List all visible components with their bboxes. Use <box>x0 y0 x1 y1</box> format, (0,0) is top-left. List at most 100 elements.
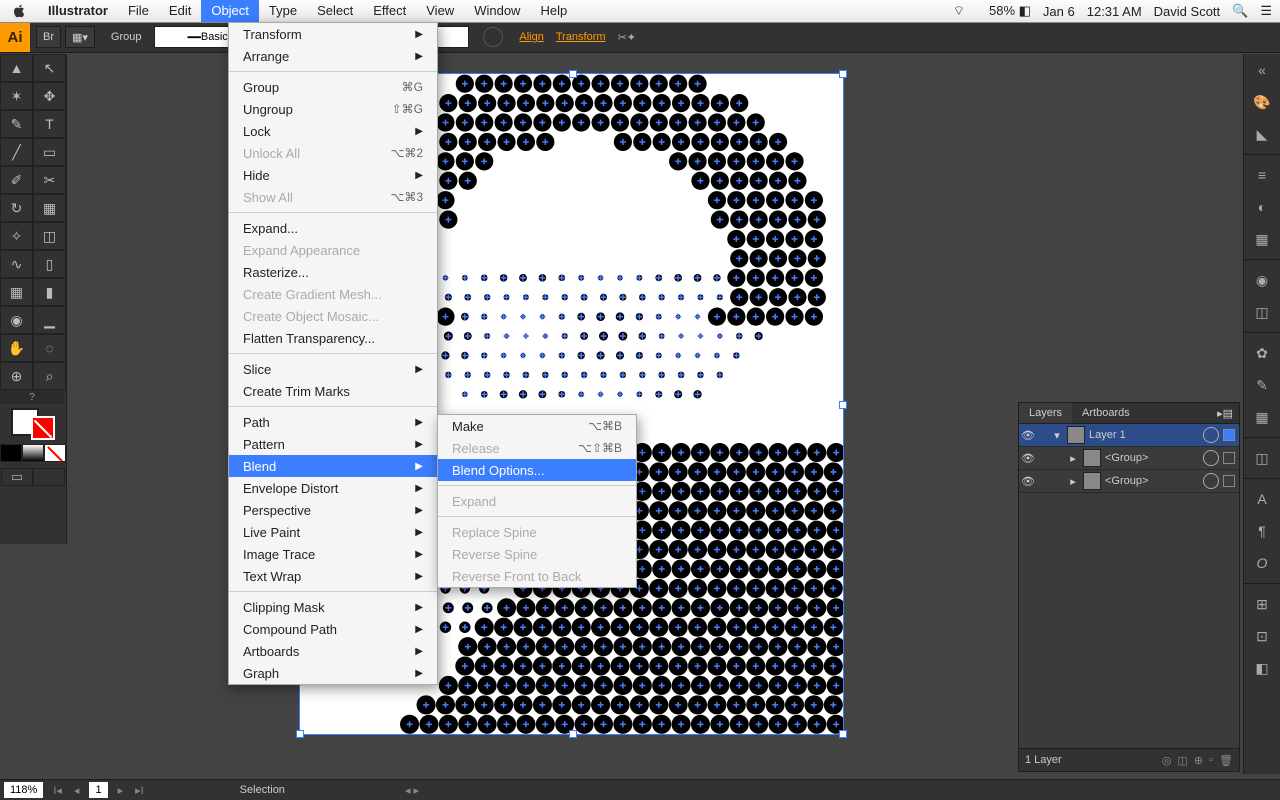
spotlight-icon[interactable]: 🔍 <box>1232 3 1248 19</box>
stroke-panel-icon[interactable]: ≡ <box>1244 159 1280 191</box>
tool-button[interactable]: ▦ <box>0 278 33 306</box>
notifications-icon[interactable]: ☰ <box>1260 3 1272 19</box>
menu-item[interactable]: Create Trim Marks <box>229 380 437 402</box>
apple-menu[interactable] <box>10 2 28 20</box>
status-scroll[interactable]: ◂ ▸ <box>405 784 419 797</box>
disclosure-icon[interactable]: ▸ <box>1067 452 1079 465</box>
menu-item[interactable]: Transform▶ <box>229 23 437 45</box>
layer-row[interactable]: 👁▸<Group> <box>1019 447 1239 470</box>
new-sublayer-icon[interactable]: ⊕ <box>1194 754 1203 767</box>
menu-item[interactable]: Lock▶ <box>229 120 437 142</box>
target-icon[interactable] <box>1203 473 1219 489</box>
menu-type[interactable]: Type <box>259 0 307 22</box>
menu-item[interactable]: Group⌘G <box>229 76 437 98</box>
target-icon[interactable] <box>1203 427 1219 443</box>
menu-select[interactable]: Select <box>307 0 363 22</box>
artboard-nav-last[interactable]: ▸I <box>129 784 150 797</box>
menu-item[interactable]: Clipping Mask▶ <box>229 596 437 618</box>
tool-button[interactable]: ∿ <box>0 250 33 278</box>
target-icon[interactable] <box>1203 450 1219 466</box>
menu-item[interactable]: Live Paint▶ <box>229 521 437 543</box>
delete-layer-icon[interactable]: 🗑 <box>1219 754 1233 767</box>
recolor-icon[interactable] <box>483 27 503 47</box>
menu-item[interactable]: Path▶ <box>229 411 437 433</box>
graphic-styles-icon[interactable]: ◫ <box>1244 296 1280 328</box>
brushes-panel-icon[interactable]: ✎ <box>1244 369 1280 401</box>
tab-layers[interactable]: Layers <box>1019 403 1072 423</box>
disclosure-icon[interactable]: ▸ <box>1067 475 1079 488</box>
disclosure-icon[interactable]: ▾ <box>1051 429 1063 442</box>
transform-panel-icon[interactable]: ⊡ <box>1244 620 1280 652</box>
tool-button[interactable]: ◉ <box>0 306 33 334</box>
menu-item[interactable]: Graph▶ <box>229 662 437 684</box>
artboard-nav-next[interactable]: ▸ <box>112 784 130 797</box>
tool-button[interactable]: ▲ <box>0 54 33 82</box>
menu-item[interactable]: Perspective▶ <box>229 499 437 521</box>
isolate-icon[interactable]: ✂✦ <box>618 31 636 44</box>
fill-stroke-swatch[interactable] <box>11 408 55 440</box>
menu-effect[interactable]: Effect <box>363 0 416 22</box>
expand-dock-icon[interactable]: « <box>1244 54 1280 86</box>
menu-view[interactable]: View <box>416 0 464 22</box>
symbols-panel-icon[interactable]: ✿ <box>1244 337 1280 369</box>
menu-item[interactable]: Hide▶ <box>229 164 437 186</box>
menu-item[interactable]: Make⌥⌘B <box>438 415 636 437</box>
screen-mode[interactable]: ▭ <box>1 468 33 486</box>
menu-item[interactable]: Slice▶ <box>229 358 437 380</box>
stroke-swatch[interactable] <box>31 416 55 440</box>
menu-item[interactable]: Ungroup⇧⌘G <box>229 98 437 120</box>
tool-button[interactable]: ▯ <box>33 250 66 278</box>
tool-button[interactable]: ✶ <box>0 82 33 110</box>
tool-button[interactable]: ↖ <box>33 54 66 82</box>
opentype-panel-icon[interactable]: O <box>1244 547 1280 579</box>
gradient-mode[interactable] <box>22 444 44 462</box>
menu-item[interactable]: Envelope Distort▶ <box>229 477 437 499</box>
tool-button[interactable]: ⌕ <box>33 362 66 390</box>
zoom-field[interactable]: 118% <box>4 782 43 798</box>
paragraph-panel-icon[interactable]: ¶ <box>1244 515 1280 547</box>
menu-app[interactable]: Illustrator <box>38 0 118 22</box>
pathfinder-panel-icon[interactable]: ◧ <box>1244 652 1280 684</box>
tool-button[interactable]: ╱ <box>0 138 33 166</box>
menu-object[interactable]: Object <box>201 0 259 22</box>
menu-window[interactable]: Window <box>464 0 530 22</box>
tool-button[interactable]: ✧ <box>0 222 33 250</box>
tool-button[interactable]: ✋ <box>0 334 33 362</box>
color-guide-icon[interactable]: ◣ <box>1244 118 1280 150</box>
menu-item[interactable]: Pattern▶ <box>229 433 437 455</box>
menu-item[interactable]: Blend▶ <box>229 455 437 477</box>
transparency-panel-icon[interactable]: ▦ <box>1244 223 1280 255</box>
arrange-docs-button[interactable]: ▦▾ <box>65 26 95 48</box>
tool-button[interactable]: ✂ <box>33 166 66 194</box>
tool-button[interactable]: ▦ <box>33 194 66 222</box>
tool-button[interactable]: ▁ <box>33 306 66 334</box>
visibility-icon[interactable]: 👁 <box>1019 429 1037 442</box>
layer-row[interactable]: 👁▾Layer 1 <box>1019 424 1239 447</box>
menu-item[interactable]: Expand... <box>229 217 437 239</box>
tool-button[interactable]: ▮ <box>33 278 66 306</box>
menu-help[interactable]: Help <box>530 0 577 22</box>
color-mode[interactable] <box>0 444 22 462</box>
artboard-nav-prev[interactable]: ◂ <box>68 784 86 797</box>
appearance-panel-icon[interactable]: ◉ <box>1244 264 1280 296</box>
artboard-nav-first[interactable]: I◂ <box>47 784 68 797</box>
menu-edit[interactable]: Edit <box>159 0 201 22</box>
layers-shortcut-icon[interactable]: ◫ <box>1244 442 1280 474</box>
panel-menu-icon[interactable]: ▸▤ <box>1211 407 1239 420</box>
new-layer-icon[interactable]: ▫ <box>1209 754 1213 767</box>
visibility-icon[interactable]: 👁 <box>1019 452 1037 465</box>
color-panel-icon[interactable]: 🎨 <box>1244 86 1280 118</box>
tool-button[interactable]: ↻ <box>0 194 33 222</box>
menu-item[interactable]: Flatten Transparency... <box>229 327 437 349</box>
tool-button[interactable]: ✥ <box>33 82 66 110</box>
tool-button[interactable]: ✐ <box>0 166 33 194</box>
menu-item[interactable]: Artboards▶ <box>229 640 437 662</box>
swatches-panel-icon[interactable]: ▦ <box>1244 401 1280 433</box>
artboard-number[interactable]: 1 <box>89 782 107 798</box>
tool-button[interactable]: ◫ <box>33 222 66 250</box>
transform-link[interactable]: Transform <box>556 31 606 43</box>
align-panel-icon[interactable]: ⊞ <box>1244 588 1280 620</box>
tool-help-icon[interactable]: ? <box>0 390 64 404</box>
tool-button[interactable]: T <box>33 110 66 138</box>
gradient-panel-icon[interactable]: ◐ <box>1244 191 1280 223</box>
